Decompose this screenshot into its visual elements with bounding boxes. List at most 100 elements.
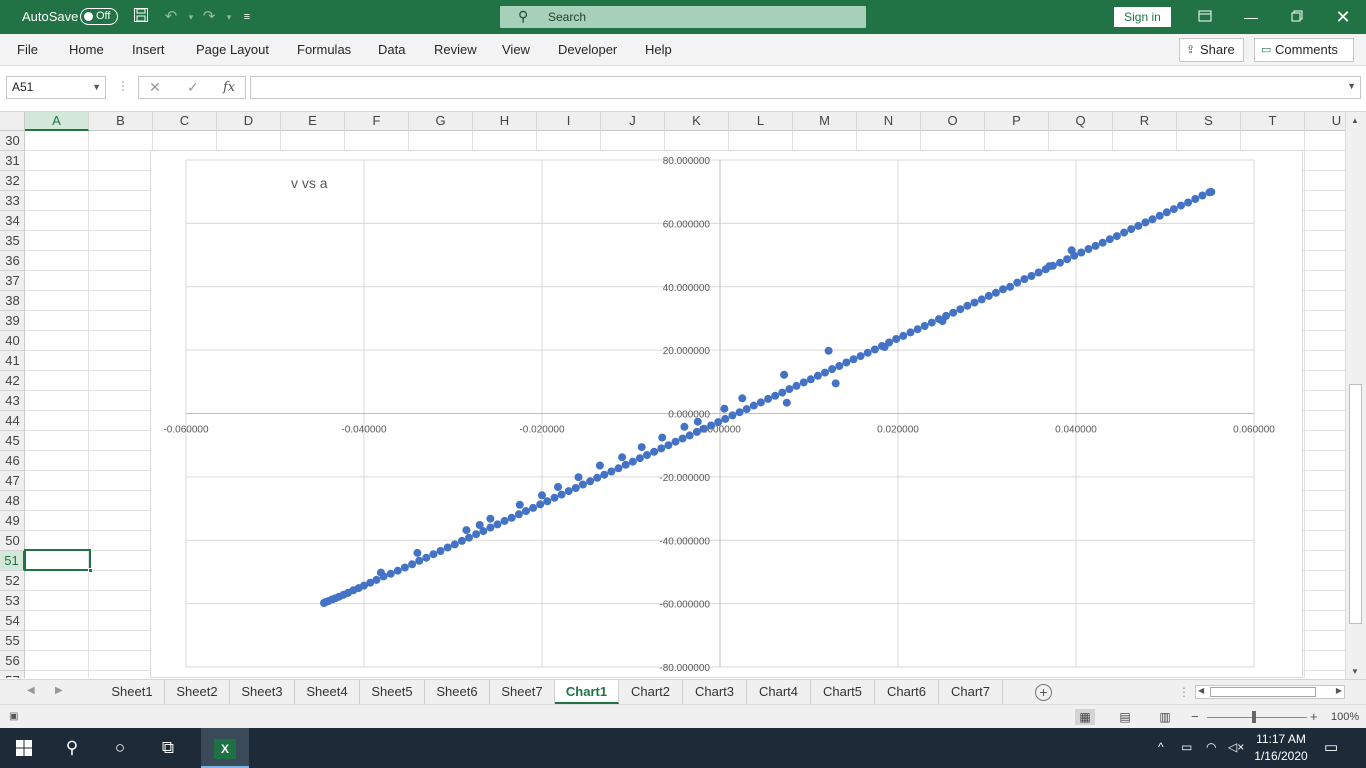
row-header-31[interactable]: 31 xyxy=(0,151,24,171)
close-icon[interactable]: ✕ xyxy=(1320,0,1366,34)
column-header-s[interactable]: S xyxy=(1177,112,1241,131)
column-header-n[interactable]: N xyxy=(857,112,921,131)
horizontal-scroll-thumb[interactable] xyxy=(1210,687,1316,697)
formula-input[interactable]: ▼ xyxy=(250,76,1361,99)
sheet-tab-sheet4[interactable]: Sheet4 xyxy=(295,680,360,704)
scroll-right-icon[interactable]: ▶ xyxy=(1336,686,1342,695)
tab-insert[interactable]: Insert xyxy=(132,42,165,57)
tab-formulas[interactable]: Formulas xyxy=(297,42,351,57)
zoom-level[interactable]: 100% xyxy=(1331,711,1359,723)
row-header-52[interactable]: 52 xyxy=(0,571,24,591)
restore-icon[interactable] xyxy=(1274,0,1320,34)
sheet-tab-sheet3[interactable]: Sheet3 xyxy=(230,680,295,704)
row-header-30[interactable]: 30 xyxy=(0,131,24,151)
battery-icon[interactable]: ▭ xyxy=(1181,740,1192,754)
row-header-57[interactable]: 57 xyxy=(0,671,24,678)
enter-icon[interactable]: ✓ xyxy=(187,79,199,96)
notifications-icon[interactable]: ▭ xyxy=(1324,738,1338,756)
zoom-slider-knob[interactable] xyxy=(1252,711,1256,723)
minimize-icon[interactable]: — xyxy=(1228,0,1274,34)
formula-bar-resize-icon[interactable]: ⋮ xyxy=(117,79,129,93)
search-icon[interactable]: ⚲ xyxy=(48,728,96,768)
search-box[interactable]: ⚲ Search xyxy=(500,6,866,28)
column-header-o[interactable]: O xyxy=(921,112,985,131)
row-header-54[interactable]: 54 xyxy=(0,611,24,631)
column-header-q[interactable]: Q xyxy=(1049,112,1113,131)
chart-title[interactable]: v vs a xyxy=(291,175,328,191)
sheet-tab-chart1[interactable]: Chart1 xyxy=(555,680,619,704)
scroll-left-icon[interactable]: ◀ xyxy=(1198,686,1204,695)
sheet-tab-chart7[interactable]: Chart7 xyxy=(939,680,1003,704)
redo-icon[interactable]: ↷ xyxy=(198,7,220,27)
zoom-slider[interactable] xyxy=(1207,717,1307,718)
tab-file[interactable]: File xyxy=(17,42,38,57)
page-break-view-icon[interactable]: ▥ xyxy=(1155,709,1175,725)
row-header-55[interactable]: 55 xyxy=(0,631,24,651)
row-header-50[interactable]: 50 xyxy=(0,531,24,551)
row-header-44[interactable]: 44 xyxy=(0,411,24,431)
network-icon[interactable]: ◠ xyxy=(1206,740,1216,754)
column-header-g[interactable]: G xyxy=(409,112,473,131)
sheet-tab-chart4[interactable]: Chart4 xyxy=(747,680,811,704)
sign-in-button[interactable]: Sign in xyxy=(1114,7,1171,27)
tab-data[interactable]: Data xyxy=(378,42,405,57)
tab-developer[interactable]: Developer xyxy=(558,42,617,57)
row-header-49[interactable]: 49 xyxy=(0,511,24,531)
horizontal-scrollbar[interactable]: ◀ ▶ xyxy=(1195,685,1345,699)
column-header-b[interactable]: B xyxy=(89,112,153,131)
comments-button[interactable]: ▭ Comments xyxy=(1254,38,1354,62)
macro-recording-icon[interactable]: ▣ xyxy=(9,711,18,722)
tab-home[interactable]: Home xyxy=(69,42,104,57)
sheet-tab-sheet2[interactable]: Sheet2 xyxy=(165,680,230,704)
tab-view[interactable]: View xyxy=(502,42,530,57)
row-header-40[interactable]: 40 xyxy=(0,331,24,351)
tab-page-layout[interactable]: Page Layout xyxy=(196,42,269,57)
vertical-scroll-thumb[interactable] xyxy=(1349,384,1362,624)
row-header-41[interactable]: 41 xyxy=(0,351,24,371)
save-icon[interactable] xyxy=(130,7,152,27)
cancel-icon[interactable]: ✕ xyxy=(149,79,161,96)
tab-split-handle-icon[interactable]: ⋮ xyxy=(1178,685,1190,699)
scroll-down-icon[interactable]: ▼ xyxy=(1351,667,1359,676)
active-cell[interactable] xyxy=(24,549,93,573)
row-header-46[interactable]: 46 xyxy=(0,451,24,471)
zoom-in-button[interactable]: + xyxy=(1310,709,1318,724)
cortana-icon[interactable]: ○ xyxy=(96,728,144,768)
undo-icon[interactable]: ↶ xyxy=(160,7,182,27)
row-header-32[interactable]: 32 xyxy=(0,171,24,191)
row-header-37[interactable]: 37 xyxy=(0,271,24,291)
sheet-tab-sheet1[interactable]: Sheet1 xyxy=(100,680,165,704)
sheet-tab-chart2[interactable]: Chart2 xyxy=(619,680,683,704)
tab-review[interactable]: Review xyxy=(434,42,477,57)
add-sheet-icon[interactable]: + xyxy=(1035,684,1052,701)
page-layout-view-icon[interactable]: ▤ xyxy=(1115,709,1135,725)
show-hidden-icons-icon[interactable]: ^ xyxy=(1158,740,1164,754)
row-header-43[interactable]: 43 xyxy=(0,391,24,411)
row-header-36[interactable]: 36 xyxy=(0,251,24,271)
sheet-tab-sheet7[interactable]: Sheet7 xyxy=(490,680,555,704)
prev-sheet-icon[interactable]: ◀ xyxy=(27,685,35,696)
ribbon-display-options-icon[interactable] xyxy=(1182,0,1228,34)
task-view-icon[interactable]: ⧉ xyxy=(144,728,192,768)
next-sheet-icon[interactable]: ▶ xyxy=(55,685,63,696)
name-box[interactable]: A51 ▼ xyxy=(6,76,106,99)
row-header-38[interactable]: 38 xyxy=(0,291,24,311)
column-header-p[interactable]: P xyxy=(985,112,1049,131)
column-header-k[interactable]: K xyxy=(665,112,729,131)
column-header-h[interactable]: H xyxy=(473,112,537,131)
column-header-r[interactable]: R xyxy=(1113,112,1177,131)
system-clock[interactable]: 11:17 AM 1/16/2020 xyxy=(1252,731,1310,765)
customize-qat-icon[interactable]: ≡ xyxy=(236,7,258,27)
column-header-c[interactable]: C xyxy=(153,112,217,131)
row-header-51[interactable]: 51 xyxy=(0,551,24,571)
row-header-35[interactable]: 35 xyxy=(0,231,24,251)
column-header-a[interactable]: A xyxy=(25,112,89,131)
column-header-d[interactable]: D xyxy=(217,112,281,131)
column-header-j[interactable]: J xyxy=(601,112,665,131)
sheet-tab-chart6[interactable]: Chart6 xyxy=(875,680,939,704)
volume-muted-icon[interactable]: ◁× xyxy=(1228,740,1244,754)
sheet-tab-chart5[interactable]: Chart5 xyxy=(811,680,875,704)
column-header-e[interactable]: E xyxy=(281,112,345,131)
row-header-45[interactable]: 45 xyxy=(0,431,24,451)
select-all-corner[interactable] xyxy=(0,112,25,131)
